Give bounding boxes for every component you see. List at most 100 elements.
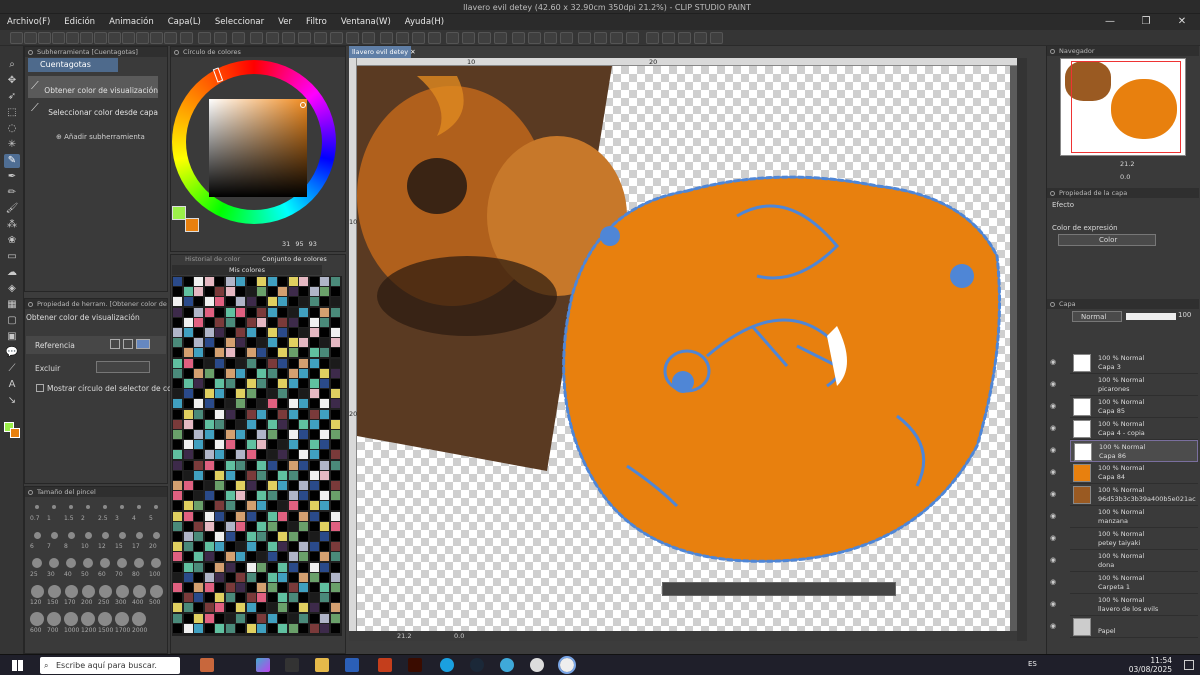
color-swatch[interactable] — [288, 613, 298, 623]
brush-size-preset[interactable] — [84, 531, 92, 539]
color-swatch[interactable] — [278, 481, 287, 490]
color-swatch[interactable] — [183, 317, 193, 327]
color-swatch[interactable] — [309, 348, 319, 358]
color-swatch[interactable] — [320, 623, 329, 633]
color-swatch[interactable] — [215, 460, 224, 470]
color-swatch[interactable] — [278, 562, 287, 572]
layer-row[interactable]: 100 % Normal Capa 4 - copia — [1070, 418, 1198, 440]
command-button[interactable] — [594, 32, 607, 44]
color-swatch[interactable] — [257, 562, 266, 572]
color-swatch[interactable] — [183, 297, 193, 307]
color-swatch[interactable] — [267, 481, 277, 490]
color-swatch[interactable] — [194, 440, 203, 450]
color-swatch[interactable] — [257, 328, 266, 337]
color-swatch[interactable] — [183, 409, 193, 419]
color-swatch[interactable] — [215, 542, 224, 552]
color-swatch[interactable] — [309, 562, 319, 572]
color-swatch[interactable] — [288, 583, 298, 592]
brush-size-preset[interactable] — [151, 558, 161, 568]
color-swatch[interactable] — [309, 470, 319, 480]
command-button[interactable] — [380, 32, 393, 44]
color-swatch[interactable] — [278, 583, 287, 592]
brush-size-preset[interactable] — [30, 612, 44, 626]
color-swatch[interactable] — [204, 623, 214, 633]
color-swatch[interactable] — [183, 440, 193, 450]
command-button[interactable] — [180, 32, 193, 44]
maximize-button[interactable]: ❐ — [1128, 14, 1164, 30]
color-swatch[interactable] — [330, 603, 340, 613]
color-swatch[interactable] — [194, 409, 203, 419]
decoration-tool-icon[interactable]: ❀ — [4, 234, 20, 248]
command-button[interactable] — [150, 32, 163, 44]
color-swatch[interactable] — [267, 572, 277, 582]
color-swatch[interactable] — [215, 450, 224, 460]
color-swatch[interactable] — [257, 348, 266, 358]
visibility-eye-icon[interactable]: ◉ — [1048, 490, 1058, 498]
color-swatch[interactable] — [194, 419, 203, 429]
color-swatch[interactable] — [288, 521, 298, 531]
color-swatch[interactable] — [173, 409, 182, 419]
color-swatch[interactable] — [330, 399, 340, 409]
color-swatch[interactable] — [236, 470, 245, 480]
color-swatch[interactable] — [236, 317, 245, 327]
command-button[interactable] — [164, 32, 177, 44]
command-button[interactable] — [38, 32, 51, 44]
color-swatch[interactable] — [204, 277, 214, 286]
color-swatch[interactable] — [320, 307, 329, 317]
color-swatch[interactable] — [183, 521, 193, 531]
color-swatch[interactable] — [330, 348, 340, 358]
color-swatch[interactable] — [215, 409, 224, 419]
color-swatch[interactable] — [183, 562, 193, 572]
color-swatch[interactable] — [236, 613, 245, 623]
color-swatch[interactable] — [225, 297, 235, 307]
brush-size-preset[interactable] — [35, 505, 39, 509]
color-swatch[interactable] — [330, 450, 340, 460]
color-swatch[interactable] — [299, 521, 308, 531]
color-swatch[interactable] — [204, 572, 214, 582]
brush-size-preset[interactable] — [115, 612, 129, 626]
color-swatch[interactable] — [173, 430, 182, 439]
color-swatch[interactable] — [194, 389, 203, 399]
color-swatch[interactable] — [309, 603, 319, 613]
color-swatch[interactable] — [320, 572, 329, 582]
color-swatch[interactable] — [309, 328, 319, 337]
color-swatch[interactable] — [330, 317, 340, 327]
color-swatch[interactable] — [309, 287, 319, 297]
command-button[interactable] — [412, 32, 425, 44]
color-swatch[interactable] — [236, 430, 245, 439]
visibility-eye-icon[interactable]: ◉ — [1048, 578, 1058, 586]
color-swatch[interactable] — [183, 389, 193, 399]
color-swatch[interactable] — [225, 338, 235, 348]
menu-item[interactable]: Ver — [271, 17, 299, 27]
menu-item[interactable]: Ventana(W) — [334, 17, 398, 27]
visibility-eye-icon[interactable]: ◉ — [1048, 402, 1058, 410]
color-swatch[interactable] — [204, 287, 214, 297]
color-swatch[interactable] — [278, 501, 287, 511]
color-swatch[interactable] — [320, 317, 329, 327]
subtool-select-from-layer[interactable]: ⟋ Seleccionar color desde capa — [28, 98, 158, 120]
color-swatch[interactable] — [215, 277, 224, 286]
illustrator-icon[interactable] — [408, 658, 422, 672]
color-swatch[interactable] — [267, 460, 277, 470]
subtool-group-tab[interactable]: Cuentagotas — [28, 58, 118, 72]
visibility-eye-icon[interactable]: ◉ — [1048, 468, 1058, 476]
color-swatch[interactable] — [194, 297, 203, 307]
command-button[interactable] — [282, 32, 295, 44]
color-swatch[interactable] — [236, 409, 245, 419]
color-swatch[interactable] — [204, 379, 214, 388]
command-button[interactable] — [694, 32, 707, 44]
color-swatch[interactable] — [225, 430, 235, 439]
color-swatch[interactable] — [299, 338, 308, 348]
color-swatch[interactable] — [288, 297, 298, 307]
menu-item[interactable]: Archivo(F) — [0, 17, 57, 27]
color-swatch[interactable] — [320, 277, 329, 286]
command-button[interactable] — [446, 32, 459, 44]
color-swatch[interactable] — [194, 511, 203, 521]
color-swatch[interactable] — [236, 450, 245, 460]
color-swatch[interactable] — [299, 552, 308, 562]
blend-mode-dropdown[interactable]: Normal — [1072, 311, 1122, 322]
command-button[interactable] — [298, 32, 311, 44]
color-swatch[interactable] — [309, 623, 319, 633]
color-swatch[interactable] — [278, 409, 287, 419]
color-swatch[interactable] — [225, 419, 235, 429]
